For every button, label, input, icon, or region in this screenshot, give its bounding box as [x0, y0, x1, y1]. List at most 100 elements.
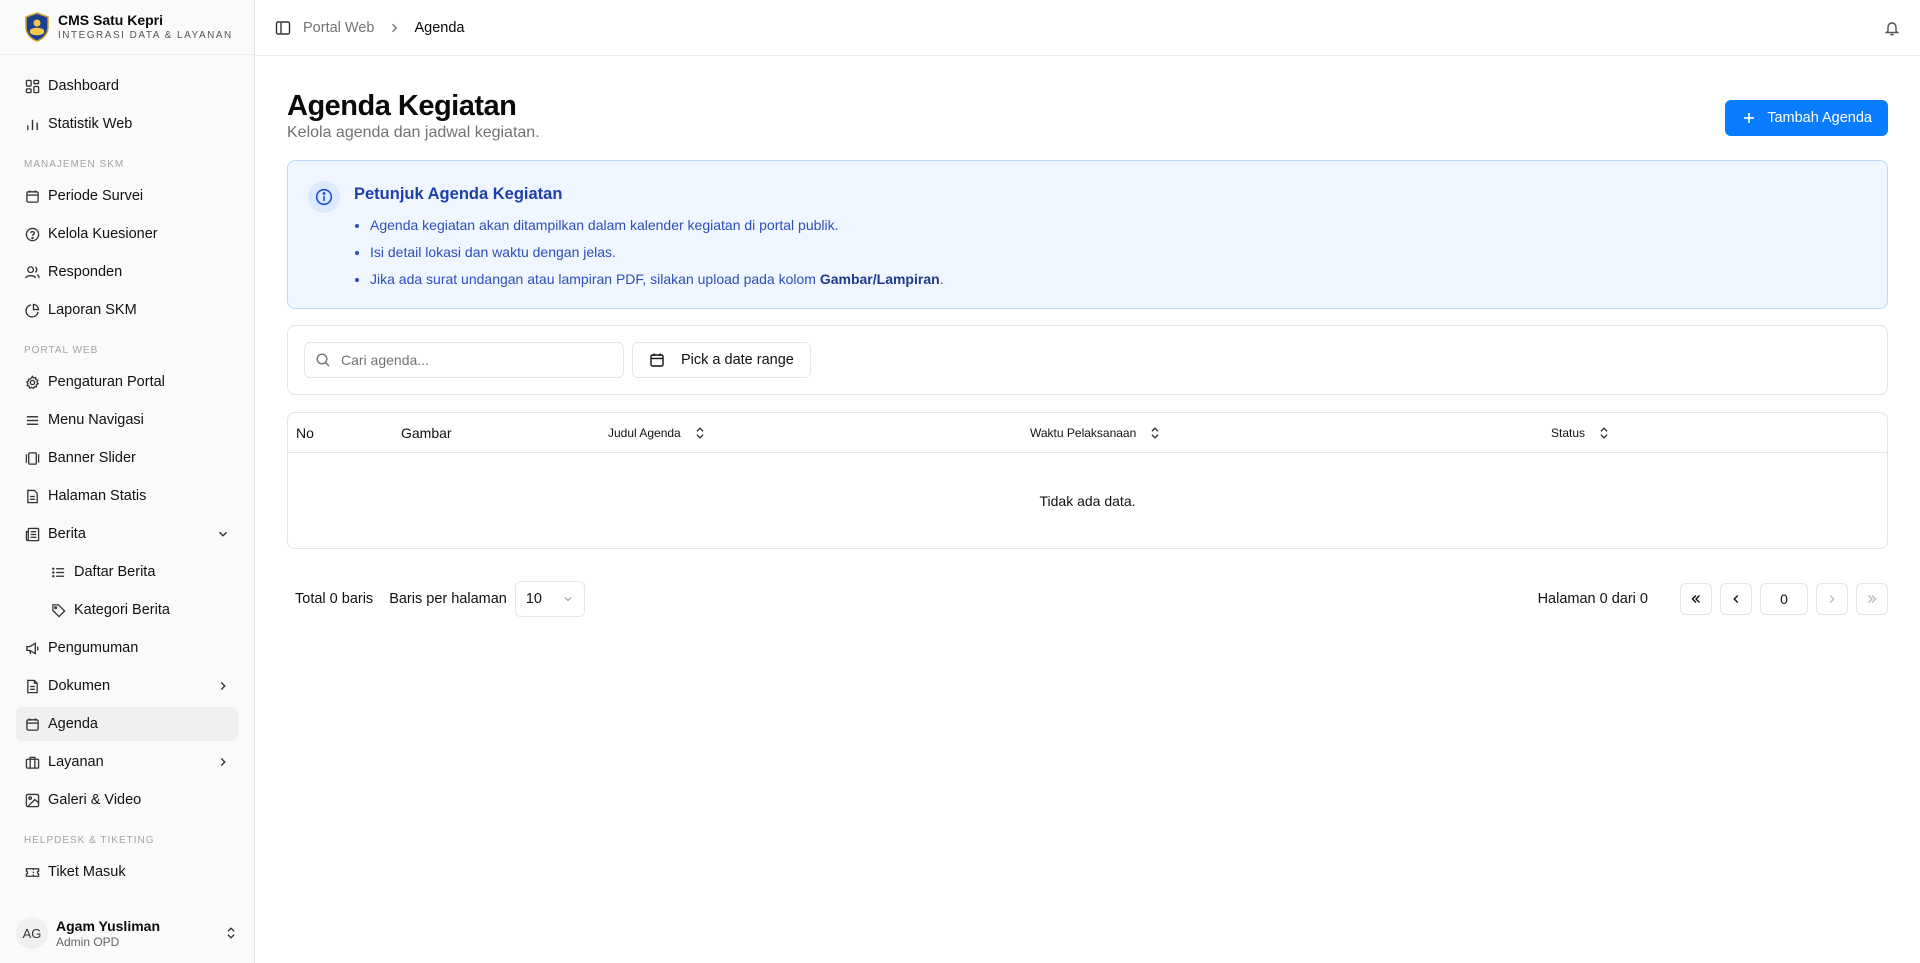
chevron-down-icon[interactable]	[216, 527, 230, 541]
page-content: Agenda Kegiatan Kelola agenda dan jadwal…	[255, 56, 1920, 617]
search-icon	[315, 352, 331, 368]
tag-icon	[50, 602, 66, 618]
last-page-button[interactable]	[1856, 583, 1888, 615]
sidebar-item-label: Kategori Berita	[74, 602, 170, 618]
sidebar-item-label: Dashboard	[48, 78, 119, 94]
info-panel: Petunjuk Agenda Kegiatan Agenda kegiatan…	[287, 160, 1888, 309]
sidebar-item-label: Dokumen	[48, 678, 111, 694]
sidebar-item-statistik-web[interactable]: Statistik Web	[16, 107, 238, 141]
sidebar-nav: Dashboard Statistik Web MANAJEMEN SKM Pe…	[0, 55, 254, 963]
chevron-right-icon[interactable]	[216, 755, 230, 769]
main-area: Portal Web Agenda Agenda Kegiatan Kelola…	[255, 0, 1920, 963]
rows-per-page-label: Baris per halaman	[389, 591, 507, 607]
chevron-right-icon[interactable]	[216, 679, 230, 693]
pagination-bar: Total 0 baris Baris per halaman 10 Halam…	[287, 581, 1888, 617]
list-icon	[50, 564, 66, 580]
column-header-no: No	[296, 424, 314, 441]
section-label-skm: MANAJEMEN SKM	[24, 159, 125, 170]
total-rows: Total 0 baris	[295, 591, 374, 607]
sidebar-item-pengumuman[interactable]: Pengumuman	[16, 631, 238, 665]
sidebar-toggle-icon[interactable]	[275, 20, 291, 36]
sidebar-item-label: Berita	[48, 526, 86, 542]
sidebar-item-dashboard[interactable]: Dashboard	[16, 69, 238, 103]
sort-icon[interactable]	[1148, 426, 1162, 440]
sidebar-item-berita[interactable]: Berita	[16, 517, 238, 551]
info-item-bold: Gambar/Lampiran	[819, 271, 940, 287]
chevron-left-icon	[1729, 592, 1743, 606]
sidebar-item-label: Kelola Kuesioner	[48, 226, 158, 242]
next-page-button[interactable]	[1816, 583, 1848, 615]
sidebar-item-pengaturan-portal[interactable]: Pengaturan Portal	[16, 365, 238, 399]
info-icon	[308, 181, 340, 213]
plus-icon	[1741, 110, 1757, 126]
filter-bar: Pick a date range	[287, 325, 1888, 395]
sidebar-item-label: Statistik Web	[48, 116, 133, 132]
sidebar-item-laporan-skm[interactable]: Laporan SKM	[16, 293, 238, 327]
gear-icon	[24, 374, 40, 390]
sidebar-item-banner-slider[interactable]: Banner Slider	[16, 441, 238, 475]
sidebar: CMS Satu Kepri INTEGRASI DATA & LAYANAN …	[0, 0, 255, 963]
info-item: Jika ada surat undangan atau lampiran PD…	[370, 266, 944, 293]
user-menu[interactable]: AG Agam Yusliman Admin OPD	[0, 903, 254, 963]
sidebar-item-label: Laporan SKM	[48, 302, 137, 318]
sidebar-item-daftar-berita[interactable]: Daftar Berita	[16, 555, 238, 589]
sidebar-item-agenda[interactable]: Agenda	[16, 707, 238, 741]
chevrons-right-icon	[1865, 592, 1879, 606]
chevrons-up-down-icon	[224, 926, 238, 940]
info-item: Isi detail lokasi dan waktu dengan jelas…	[370, 239, 944, 266]
table-header: No Gambar Judul Agenda Waktu Pelaksanaan…	[288, 413, 1887, 453]
column-header-judul[interactable]: Judul Agenda	[600, 426, 1022, 440]
briefcase-icon	[24, 754, 40, 770]
date-range-button[interactable]: Pick a date range	[632, 342, 811, 378]
sidebar-item-menu-navigasi[interactable]: Menu Navigasi	[16, 403, 238, 437]
add-agenda-label: Tambah Agenda	[1767, 110, 1872, 126]
info-title: Petunjuk Agenda Kegiatan	[354, 185, 563, 203]
chevron-down-icon	[562, 593, 574, 605]
prev-page-button[interactable]	[1720, 583, 1752, 615]
menu-icon	[24, 412, 40, 428]
sidebar-item-dokumen[interactable]: Dokumen	[16, 669, 238, 703]
brand-title: CMS Satu Kepri	[58, 12, 164, 28]
sidebar-item-kategori-berita[interactable]: Kategori Berita	[16, 593, 238, 627]
sidebar-item-galeri-video[interactable]: Galeri & Video	[16, 783, 238, 817]
search-box[interactable]	[304, 342, 624, 378]
users-icon	[24, 264, 40, 280]
sidebar-item-tiket-masuk[interactable]: Tiket Masuk	[16, 855, 238, 889]
sidebar-item-periode-survei[interactable]: Periode Survei	[16, 179, 238, 213]
province-logo-icon	[24, 12, 50, 42]
brand-header[interactable]: CMS Satu Kepri INTEGRASI DATA & LAYANAN	[0, 0, 254, 55]
sidebar-item-layanan[interactable]: Layanan	[16, 745, 238, 779]
first-page-button[interactable]	[1680, 583, 1712, 615]
column-header-status[interactable]: Status	[1543, 426, 1611, 440]
column-header-waktu[interactable]: Waktu Pelaksanaan	[1022, 426, 1543, 440]
app-shell: CMS Satu Kepri INTEGRASI DATA & LAYANAN …	[0, 0, 1920, 963]
bell-icon[interactable]	[1884, 20, 1900, 36]
sidebar-item-responden[interactable]: Responden	[16, 255, 238, 289]
sidebar-item-label: Periode Survei	[48, 188, 144, 204]
section-label-helpdesk: HELPDESK & TIKETING	[24, 835, 155, 846]
sidebar-item-label: Daftar Berita	[74, 564, 156, 580]
table-empty-state: Tidak ada data.	[1039, 492, 1136, 509]
add-agenda-button[interactable]: Tambah Agenda	[1725, 100, 1888, 136]
agenda-table: No Gambar Judul Agenda Waktu Pelaksanaan…	[287, 412, 1888, 549]
avatar: AG	[16, 917, 48, 949]
breadcrumb-parent[interactable]: Portal Web	[303, 20, 374, 36]
sidebar-item-halaman-statis[interactable]: Halaman Statis	[16, 479, 238, 513]
image-icon	[24, 792, 40, 808]
rows-per-page-select[interactable]: 10	[514, 581, 585, 617]
pagination-controls: Halaman 0 dari 0	[1538, 583, 1888, 615]
document-icon	[24, 678, 40, 694]
sort-icon[interactable]	[693, 426, 707, 440]
user-role: Admin OPD	[56, 934, 120, 949]
sidebar-item-kelola-kuesioner[interactable]: Kelola Kuesioner	[16, 217, 238, 251]
sort-icon[interactable]	[1597, 426, 1611, 440]
chevron-right-icon	[388, 22, 400, 34]
sidebar-item-label: Responden	[48, 264, 123, 280]
page-subtitle: Kelola agenda dan jadwal kegiatan.	[287, 124, 540, 141]
page-number-input[interactable]	[1760, 583, 1808, 615]
breadcrumb-current: Agenda	[414, 19, 465, 36]
sidebar-item-label: Menu Navigasi	[48, 412, 144, 428]
search-input[interactable]	[341, 352, 601, 368]
dashboard-icon	[24, 78, 40, 94]
column-header-gambar: Gambar	[401, 424, 452, 441]
